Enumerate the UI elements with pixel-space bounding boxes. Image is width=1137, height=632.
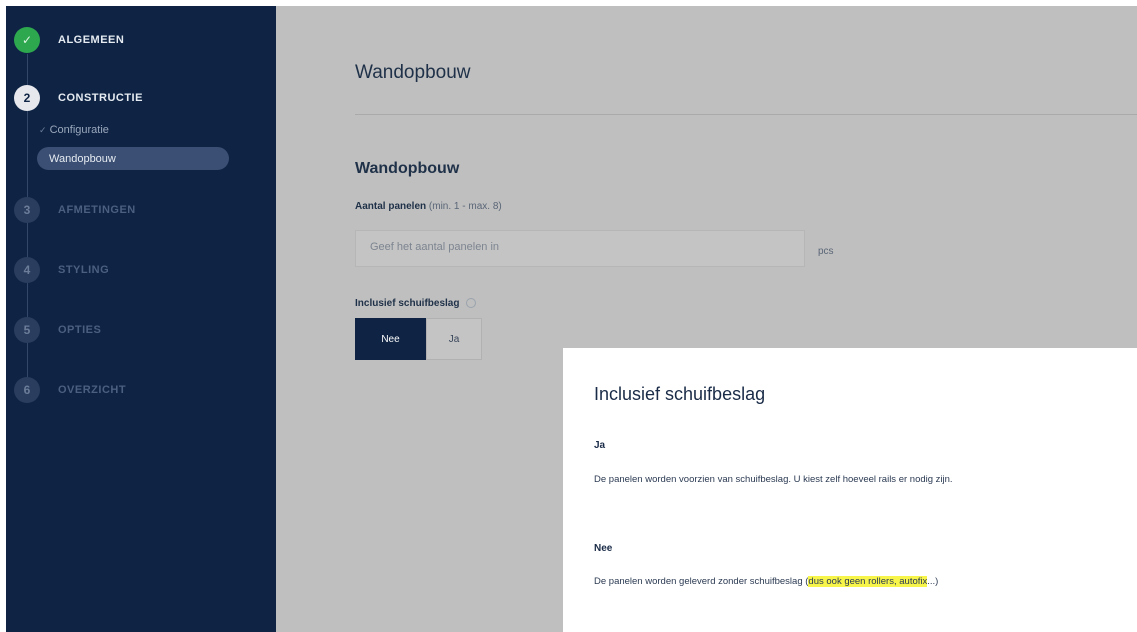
popup-title: Inclusief schuifbeslag (594, 384, 766, 404)
panels-input-placeholder: Geef het aantal panelen in (370, 241, 500, 253)
step-number: 6 (14, 377, 40, 403)
sub-item-configuratie[interactable]: ✓ Configuratie (39, 124, 109, 136)
popup-option-nee-text: De panelen worden geleverd zonder schuif… (594, 576, 938, 587)
step-constructie[interactable]: 2 CONSTRUCTIE (14, 84, 143, 112)
divider (355, 114, 1137, 115)
step-connector (27, 108, 28, 202)
check-icon: ✓ (14, 27, 40, 53)
popup-option-ja-text: De panelen worden voorzien van schuifbes… (594, 474, 953, 485)
step-number: 4 (14, 257, 40, 283)
popup-option-ja-heading: Ja (594, 440, 606, 451)
panels-field-label: Aantal panelen (min. 1 - max. 8) (355, 201, 502, 212)
page-title: Wandopbouw (355, 62, 471, 83)
panels-label-hint: (min. 1 - max. 8) (428, 201, 502, 212)
sidebar: ✓ ALGEMEEN 2 CONSTRUCTIE ✓ Configuratie … (6, 6, 276, 632)
step-label: CONSTRUCTIE (58, 92, 143, 104)
step-number: 5 (14, 317, 40, 343)
step-label: OPTIES (58, 324, 102, 336)
panels-count-input[interactable]: Geef het aantal panelen in (355, 230, 805, 267)
toggle-nee-button[interactable]: Nee (355, 318, 426, 360)
step-overzicht[interactable]: 6 OVERZICHT (14, 376, 126, 404)
step-number: 2 (14, 85, 40, 111)
section-title: Wandopbouw (355, 160, 460, 177)
checkmark-icon: ✓ (39, 125, 47, 135)
app-frame: ✓ ALGEMEEN 2 CONSTRUCTIE ✓ Configuratie … (6, 6, 1137, 632)
sub-item-label: Wandopbouw (49, 152, 116, 165)
sliding-hardware-label: Inclusief schuifbeslag (355, 298, 477, 309)
step-opties[interactable]: 5 OPTIES (14, 316, 101, 344)
unit-label: pcs (818, 246, 834, 257)
sub-item-wandopbouw[interactable]: Wandopbouw (37, 147, 229, 170)
panels-label-text: Aantal panelen (355, 201, 427, 212)
step-label: AFMETINGEN (58, 204, 136, 216)
nee-text-before: De panelen worden geleverd zonder schuif… (594, 576, 809, 587)
info-popup: Inclusief schuifbeslag Ja De panelen wor… (563, 348, 1137, 632)
sliding-label-text: Inclusief schuifbeslag (355, 298, 460, 309)
toggle-ja-button[interactable]: Ja (426, 318, 482, 360)
info-icon[interactable] (466, 298, 477, 309)
popup-option-nee-heading: Nee (594, 543, 613, 554)
step-afmetingen[interactable]: 3 AFMETINGEN (14, 196, 136, 224)
step-algemeen[interactable]: ✓ ALGEMEEN (14, 26, 124, 54)
step-number: 3 (14, 197, 40, 223)
nee-text-after: ...) (927, 576, 939, 587)
step-styling[interactable]: 4 STYLING (14, 256, 109, 284)
sub-item-label: Configuratie (49, 124, 109, 136)
step-label: ALGEMEEN (58, 34, 125, 46)
highlighted-text: dus ook geen rollers, autofix (808, 576, 928, 587)
step-label: OVERZICHT (58, 384, 127, 396)
step-label: STYLING (58, 264, 110, 276)
